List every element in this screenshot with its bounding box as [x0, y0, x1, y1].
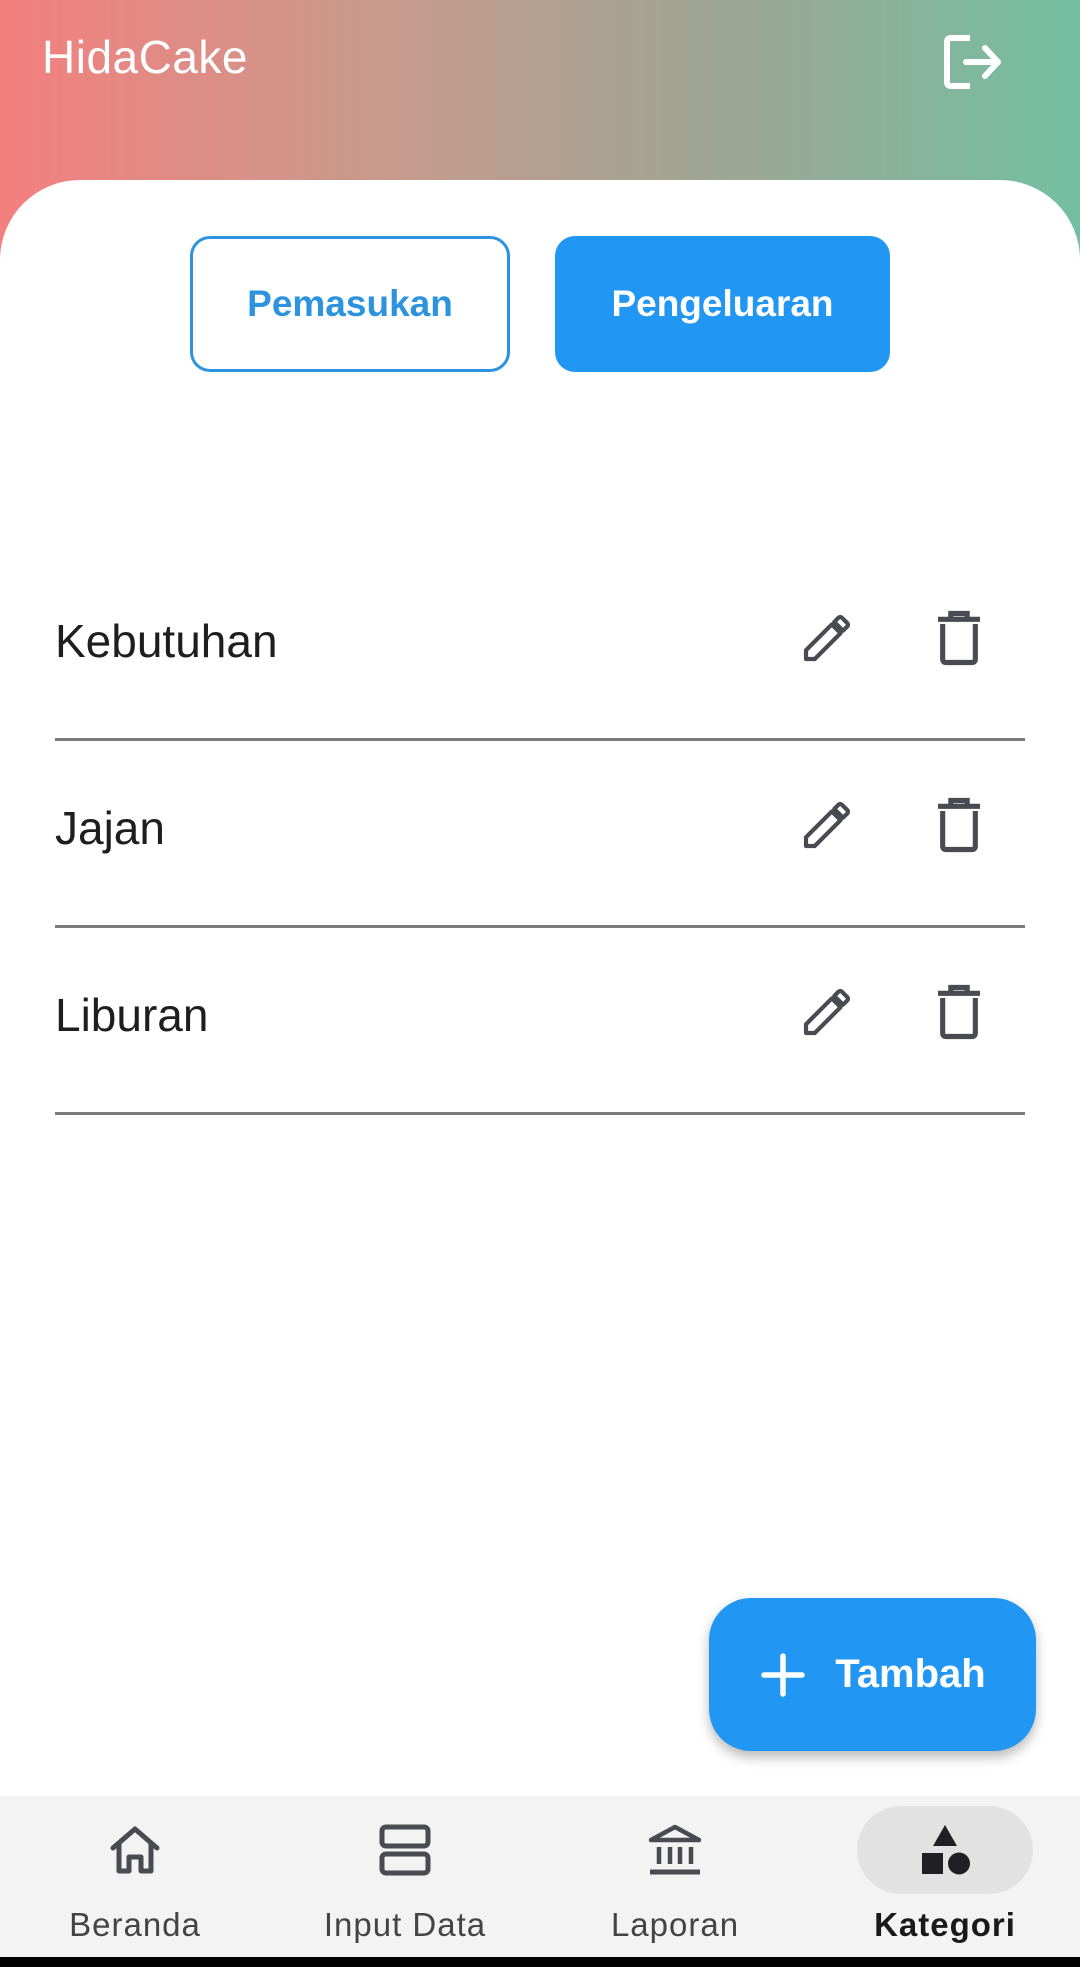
- nav-item-beranda[interactable]: Beranda: [0, 1796, 270, 1957]
- add-category-button[interactable]: Tambah: [709, 1598, 1036, 1751]
- nav-label-kategori: Kategori: [874, 1906, 1016, 1943]
- nav-pill: [857, 1806, 1033, 1894]
- income-toggle-button[interactable]: Pemasukan: [190, 236, 510, 372]
- category-row: Jajan: [55, 741, 1025, 928]
- plus-icon: [759, 1651, 807, 1699]
- nav-pill: [587, 1806, 763, 1894]
- nav-item-input-data[interactable]: Input Data: [270, 1796, 540, 1957]
- category-row: Liburan: [55, 928, 1025, 1115]
- category-shapes-icon: [922, 1825, 970, 1875]
- system-bottom-bar: [0, 1957, 1080, 1967]
- trash-icon: [938, 797, 980, 853]
- edit-button[interactable]: [779, 590, 875, 686]
- pencil-icon: [803, 801, 851, 849]
- expense-toggle-button[interactable]: Pengeluaran: [555, 236, 890, 372]
- nav-pill: [47, 1806, 223, 1894]
- trash-icon: [938, 984, 980, 1040]
- category-row: Kebutuhan: [55, 554, 1025, 741]
- category-list: Kebutuhan Jajan Liburan: [55, 554, 1025, 1115]
- logout-icon: [944, 35, 1001, 89]
- nav-item-laporan[interactable]: Laporan: [540, 1796, 810, 1957]
- nav-pill: [317, 1806, 493, 1894]
- nav-label-laporan: Laporan: [610, 1906, 740, 1943]
- edit-button[interactable]: [779, 777, 875, 873]
- edit-button[interactable]: [779, 964, 875, 1060]
- screen: HidaCake Pemasukan Pengeluaran Kebutuhan: [0, 0, 1080, 1967]
- nav-item-kategori[interactable]: Kategori: [810, 1796, 1080, 1957]
- bank-icon: [648, 1824, 702, 1875]
- home-icon: [110, 1826, 160, 1874]
- category-name: Kebutuhan: [55, 615, 278, 667]
- trash-icon: [938, 610, 980, 666]
- bottom-navigation: Beranda Input Data Laporan Kategori: [0, 1796, 1080, 1957]
- pencil-icon: [803, 988, 851, 1036]
- logout-button[interactable]: [932, 26, 1014, 98]
- nav-label-beranda: Beranda: [69, 1906, 201, 1943]
- main-content: Pemasukan Pengeluaran Kebutuhan Jajan Li…: [0, 180, 1080, 1800]
- delete-button[interactable]: [911, 777, 1007, 873]
- delete-button[interactable]: [911, 590, 1007, 686]
- delete-button[interactable]: [911, 964, 1007, 1060]
- category-name: Jajan: [55, 802, 165, 854]
- category-name: Liburan: [55, 989, 209, 1041]
- add-category-label: Tambah: [835, 1652, 986, 1696]
- input-data-icon: [379, 1824, 431, 1876]
- pencil-icon: [803, 614, 851, 662]
- nav-label-input-data: Input Data: [323, 1906, 487, 1943]
- app-title: HidaCake: [42, 31, 248, 83]
